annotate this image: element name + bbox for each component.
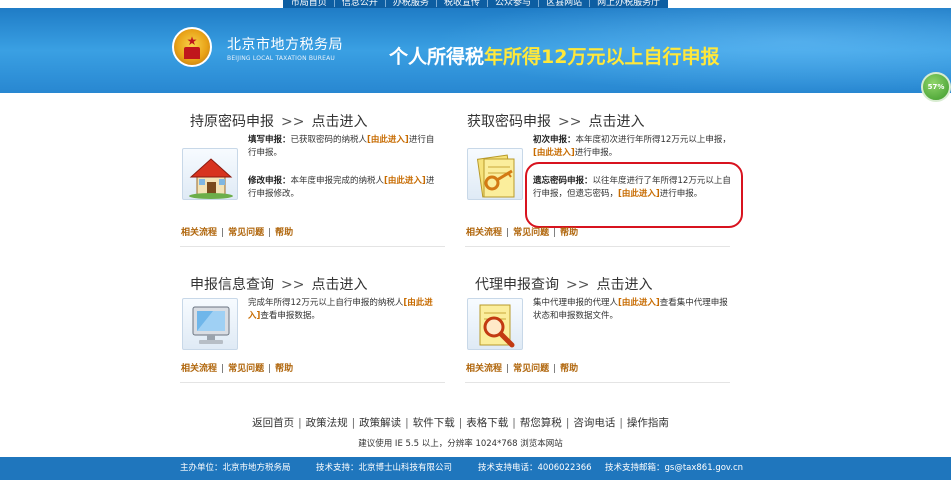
nav-item-service[interactable]: 办税服务 (393, 0, 429, 8)
footer-link-home[interactable]: 返回首页 (252, 417, 294, 429)
section-title-text: 持原密码申报 (190, 114, 274, 130)
page-title: 个人所得税年所得12万元以上自行申报 (389, 42, 719, 69)
progress-badge[interactable]: 57% (921, 72, 951, 102)
divider (465, 246, 730, 247)
get-password-first-desc: 初次申报：本年度初次进行年所得12万元以上申报，[由此进入]进行申报。 (533, 134, 733, 160)
footer-tech: 技术支持：北京博士山科技有限公司 (316, 463, 453, 473)
link-faq[interactable]: 常见问题 (228, 228, 264, 238)
link-process[interactable]: 相关流程 (466, 228, 502, 238)
link-faq[interactable]: 常见问题 (228, 364, 264, 374)
agent-text-1: 集中代理申报的代理人 (533, 298, 619, 308)
nav-item-district[interactable]: 区县网站 (546, 0, 582, 8)
original-password-modify-desc: 修改申报：本年度申报完成的纳税人[由此进入]进行申报修改。 (248, 175, 438, 201)
original-password-links: 相关流程 | 常见问题 | 帮助 (181, 228, 294, 238)
forgot-password-highlight (525, 162, 743, 228)
link-help[interactable]: 帮助 (275, 364, 293, 374)
footer-bar: 主办单位：北京市地方税务局 技术支持：北京博士山科技有限公司 技术支持电话：40… (0, 457, 951, 480)
link-process[interactable]: 相关流程 (181, 364, 217, 374)
link-faq[interactable]: 常见问题 (513, 228, 549, 238)
key-document-icon[interactable] (467, 148, 523, 200)
agent-query-desc: 集中代理申报的代理人[由此进入]查看集中代理申报状态和申报数据文件。 (533, 297, 733, 323)
footer-email[interactable]: 技术支持邮箱：gs@tax861.gov.cn (605, 457, 743, 480)
section-arrows: >> (281, 114, 305, 130)
footer-link-calculator[interactable]: 帮您算税 (520, 417, 562, 429)
agent-query-links: 相关流程 | 常见问题 | 帮助 (466, 364, 579, 374)
divider (180, 382, 445, 383)
divider (465, 382, 730, 383)
divider (180, 246, 445, 247)
house-icon[interactable] (182, 148, 238, 200)
fill-label: 填写申报： (248, 135, 291, 145)
link-process[interactable]: 相关流程 (181, 228, 217, 238)
original-password-modify-enter-link[interactable]: [由此进入] (384, 176, 426, 186)
link-process[interactable]: 相关流程 (466, 364, 502, 374)
query-text-2: 查看申报数据。 (260, 311, 320, 321)
org-name-cn: 北京市地方税务局 (227, 37, 343, 53)
section-title-text: 获取密码申报 (467, 114, 551, 130)
query-links: 相关流程 | 常见问题 | 帮助 (181, 364, 294, 374)
fill-text-1: 已获取密码的纳税人 (290, 135, 368, 145)
section-arrows: >> (566, 277, 590, 293)
footer-link-policy[interactable]: 政策法规 (306, 417, 348, 429)
monitor-icon[interactable] (182, 298, 238, 350)
original-password-fill-desc: 填写申报：已获取密码的纳税人[由此进入]进行自行申报。 (248, 134, 438, 160)
section-query-title: 申报信息查询 >> 点击进入 (190, 274, 367, 294)
link-help[interactable]: 帮助 (560, 228, 578, 238)
magnifier-document-icon[interactable] (467, 298, 523, 350)
modify-text-1: 本年度申报完成的纳税人 (290, 176, 385, 186)
page-title-prefix: 个人所得税 (389, 46, 485, 68)
footer-phone: 技术支持电话：4006022366 (478, 463, 592, 473)
link-help[interactable]: 帮助 (560, 364, 578, 374)
query-enter-link[interactable]: 点击进入 (311, 277, 367, 293)
section-get-password-title: 获取密码申报 >> 点击进入 (467, 111, 644, 131)
section-original-password-title: 持原密码申报 >> 点击进入 (190, 111, 367, 131)
original-password-enter-link[interactable]: 点击进入 (311, 114, 367, 130)
agent-query-enter-inline-link[interactable]: [由此进入] (618, 298, 660, 308)
footer-link-software[interactable]: 软件下载 (413, 417, 455, 429)
first-text-1: 本年度初次进行年所得12万元以上申报， (575, 135, 731, 145)
section-title-text: 申报信息查询 (190, 277, 274, 293)
section-arrows: >> (558, 114, 582, 130)
query-text-1: 完成年所得12万元以上自行申报的纳税人 (248, 298, 404, 308)
nav-item-participation[interactable]: 公众参与 (495, 0, 531, 8)
footer-links: 返回首页 | 政策法规 | 政策解读 | 软件下载 | 表格下载 | 帮您算税 | 咨询电话 | 操作指南 (252, 417, 669, 429)
top-nav: 市局首页 | 信息公开 | 办税服务 | 税收宣传 | 公众参与 | 区县网站 | 网上办税服务厅 (0, 0, 951, 8)
nav-item-info[interactable]: 信息公开 (342, 0, 378, 8)
top-nav-inner: 市局首页 | 信息公开 | 办税服务 | 税收宣传 | 公众参与 | 区县网站 | 网上办税服务厅 (282, 0, 669, 8)
section-title-text: 代理申报查询 (475, 277, 559, 293)
footer-link-forms[interactable]: 表格下载 (466, 417, 508, 429)
link-help[interactable]: 帮助 (275, 228, 293, 238)
page-title-highlight: 年所得12万元以上自行申报 (484, 46, 720, 68)
nav-item-publicity[interactable]: 税收宣传 (444, 0, 480, 8)
footer-link-interpretation[interactable]: 政策解读 (359, 417, 401, 429)
get-password-enter-link[interactable]: 点击进入 (588, 114, 644, 130)
agent-query-enter-link[interactable]: 点击进入 (596, 277, 652, 293)
first-text-2: 进行申报。 (574, 148, 618, 158)
get-password-links: 相关流程 | 常见问题 | 帮助 (466, 228, 579, 238)
nav-item-online-hall[interactable]: 网上办税服务厅 (597, 0, 660, 8)
section-agent-query-title: 代理申报查询 >> 点击进入 (475, 274, 652, 294)
nav-item-home[interactable]: 市局首页 (291, 0, 327, 8)
footer-host: 主办单位：北京市地方税务局 (180, 463, 291, 473)
modify-label: 修改申报： (248, 176, 291, 186)
section-arrows: >> (281, 277, 305, 293)
footer-link-guide[interactable]: 操作指南 (627, 417, 669, 429)
footer-link-hotline[interactable]: 咨询电话 (573, 417, 615, 429)
first-label: 初次申报： (533, 135, 576, 145)
link-faq[interactable]: 常见问题 (513, 364, 549, 374)
get-password-first-enter-link[interactable]: [由此进入] (533, 148, 575, 158)
tax-bureau-logo-icon: ★ (172, 27, 212, 67)
org-name-en: BEIJING LOCAL TAXATION BUREAU (227, 55, 336, 62)
query-desc: 完成年所得12万元以上自行申报的纳税人[由此进入]查看申报数据。 (248, 297, 438, 323)
original-password-fill-enter-link[interactable]: [由此进入] (367, 135, 409, 145)
browser-note: 建议使用 IE 5.5 以上，分辨率 1024*768 浏览本网站 (358, 439, 563, 449)
